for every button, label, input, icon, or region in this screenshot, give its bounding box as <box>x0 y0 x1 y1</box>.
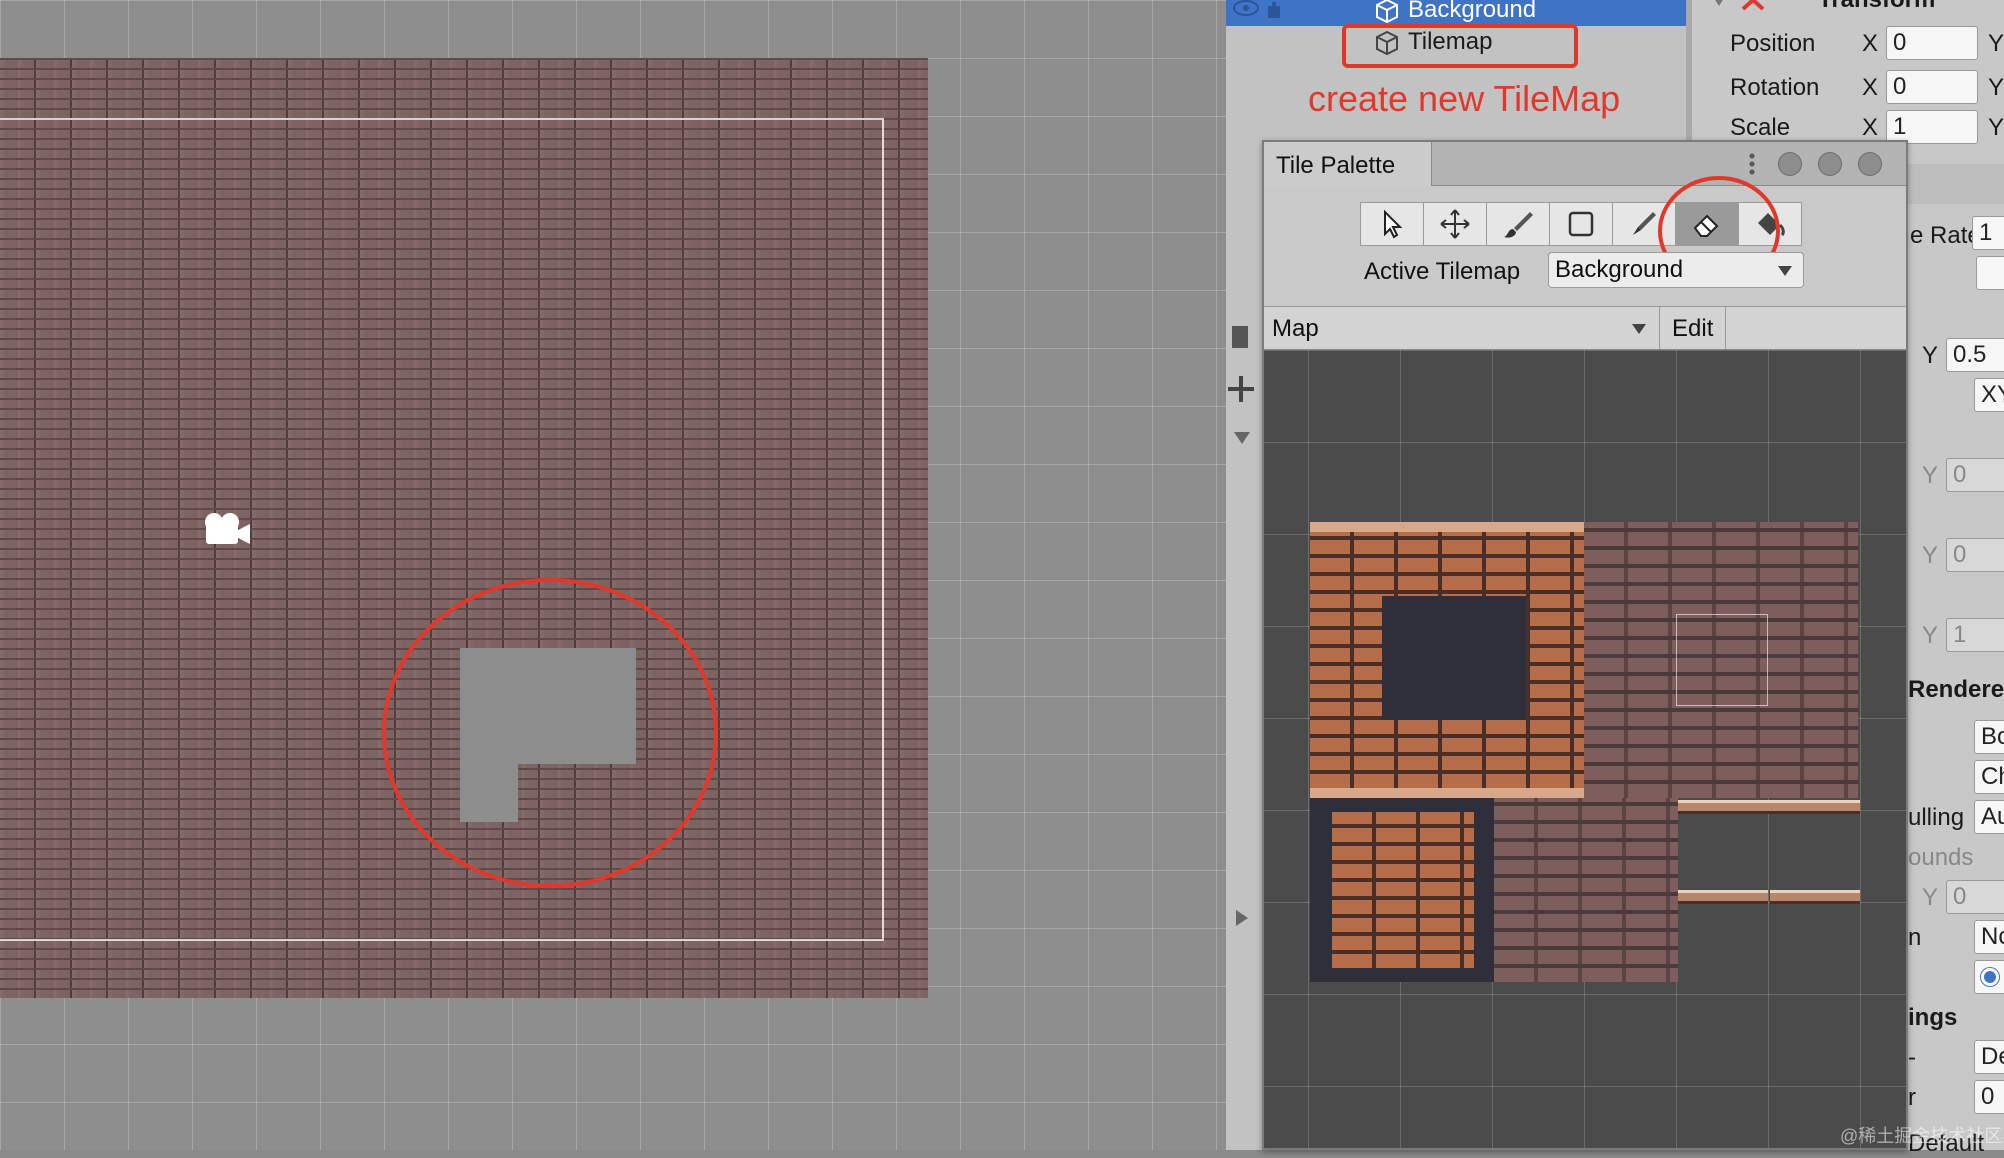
active-tilemap-label: Active Tilemap <box>1364 258 1521 285</box>
foldout-down-icon[interactable] <box>1708 0 1730 10</box>
panel-divider <box>1686 0 1692 140</box>
eyedropper-icon <box>1633 212 1656 235</box>
palette-dropdown[interactable]: Map <box>1264 307 1660 349</box>
palette-tab-bar: Tile Palette <box>1264 142 1906 186</box>
anchor-y-field[interactable]: 0.5 <box>1946 338 2004 372</box>
foldout-down-icon[interactable] <box>1232 430 1252 446</box>
move-tool-button[interactable] <box>1423 202 1487 246</box>
active-tilemap-value: Background <box>1555 256 1684 283</box>
hierarchy-item-background[interactable]: Background <box>1408 0 1536 24</box>
tile-orange-column[interactable] <box>1332 812 1474 968</box>
arrow-cursor-icon <box>1384 209 1403 239</box>
box-fill-icon <box>1568 211 1594 237</box>
y-label: Y <box>1922 884 1939 911</box>
order-field[interactable]: 0 <box>1974 1080 2004 1114</box>
box-fill-tool-button[interactable] <box>1549 202 1613 246</box>
color-field[interactable] <box>1976 256 2004 290</box>
palette-selector-bar: Map Edit <box>1264 306 1906 350</box>
y-label: Y <box>1922 542 1939 569</box>
tilemap-highlight-box <box>1342 24 1578 68</box>
chevron-down-icon <box>1632 324 1646 334</box>
mask-label: n <box>1908 924 1922 951</box>
tile-selection-outline <box>1676 614 1768 706</box>
y-label: Y <box>1988 30 2004 57</box>
tab-tile-palette[interactable]: Tile Palette <box>1264 142 1432 186</box>
r-label: r <box>1908 1084 1916 1111</box>
offset-y-field[interactable]: 0 <box>1946 458 2004 492</box>
watermark-text: @稀土掘金技术社区 <box>1840 1126 2003 1146</box>
transform-header: Transform <box>1818 0 1935 14</box>
scale-y-field[interactable]: 1 <box>1946 618 2004 652</box>
x-label: X <box>1862 74 1879 101</box>
frame-rate-label: e Rate <box>1910 222 1981 249</box>
folder-icon[interactable] <box>1232 326 1248 348</box>
position-x-field[interactable]: 0 <box>1886 26 1978 60</box>
tile-ledge-right[interactable] <box>1770 890 1860 904</box>
culling-field[interactable]: Au <box>1974 800 2004 834</box>
maximize-window-button[interactable] <box>1858 152 1882 176</box>
x-label: X <box>1862 114 1879 141</box>
annotation-text: create new TileMap <box>1308 78 1621 119</box>
foldout-right-icon[interactable] <box>1234 908 1250 928</box>
tile-ledge-left[interactable] <box>1678 890 1768 904</box>
chevron-down-icon <box>1778 266 1792 276</box>
hand-icon[interactable] <box>1262 0 1286 22</box>
chunk-field[interactable]: Ch <box>1974 760 2004 794</box>
close-window-button[interactable] <box>1778 152 1802 176</box>
tile-brown-block[interactable] <box>1494 798 1678 982</box>
bounds-y-field[interactable]: 0 <box>1946 880 2004 914</box>
radio-field[interactable] <box>1974 960 2004 994</box>
radio-icon <box>1981 968 1999 986</box>
y-label: Y <box>1922 462 1939 489</box>
y-label: Y <box>1922 622 1939 649</box>
select-tool-button[interactable] <box>1360 202 1424 246</box>
move-arrows-icon <box>1440 209 1470 239</box>
tile-ledge-top[interactable] <box>1678 800 1860 814</box>
orientation-field[interactable]: XY <box>1974 378 2004 412</box>
scale-x-field[interactable]: 1 <box>1886 110 1978 144</box>
paint-tool-button[interactable] <box>1486 202 1550 246</box>
tile-dark-hole <box>1382 596 1526 720</box>
camera-icon[interactable] <box>200 508 252 548</box>
edit-palette-button[interactable]: Edit <box>1660 307 1726 349</box>
scene-view[interactable] <box>0 0 1226 1150</box>
eye-icon[interactable] <box>1232 0 1260 22</box>
x-label: X <box>1862 30 1879 57</box>
mask-field[interactable]: Nc <box>1974 920 2004 954</box>
gameobject-cube-icon <box>1376 0 1398 24</box>
paintbrush-icon <box>1504 212 1533 238</box>
inspector-section <box>1908 164 2004 204</box>
rotation-y-field[interactable]: 0 <box>1946 538 2004 572</box>
palette-dropdown-value: Map <box>1272 315 1319 342</box>
transform-icon <box>1741 0 1765 11</box>
dash-label: - <box>1908 1044 1916 1071</box>
scale-label: Scale <box>1730 114 1791 141</box>
rotation-x-field[interactable]: 0 <box>1886 70 1978 104</box>
palette-grid[interactable] <box>1264 350 1906 1148</box>
active-tilemap-dropdown[interactable]: Background <box>1548 252 1804 288</box>
sort-order-field[interactable]: Bo <box>1974 720 2004 754</box>
settings-header: ings <box>1908 1004 1958 1031</box>
renderer-header: Rendere <box>1908 676 2004 703</box>
frame-rate-field[interactable]: 1 <box>1972 216 2004 250</box>
hierarchy-row-selected[interactable]: Background <box>1226 0 1686 26</box>
more-options-icon[interactable] <box>1748 152 1756 176</box>
y-label: Y <box>1988 114 2004 141</box>
minimize-window-button[interactable] <box>1818 152 1842 176</box>
default-field[interactable]: De <box>1974 1040 2004 1074</box>
tile-palette-window[interactable]: Tile Palette Active Tilemap Background M… <box>1262 140 1908 1150</box>
culling-label: ulling <box>1908 804 1965 831</box>
erased-area-highlight <box>382 578 718 888</box>
y-label: Y <box>1922 342 1939 369</box>
position-label: Position <box>1730 30 1816 57</box>
add-icon[interactable] <box>1228 376 1254 402</box>
bounds-label: ounds <box>1908 844 1974 871</box>
y-label: Y <box>1988 74 2004 101</box>
rotation-label: Rotation <box>1730 74 1820 101</box>
